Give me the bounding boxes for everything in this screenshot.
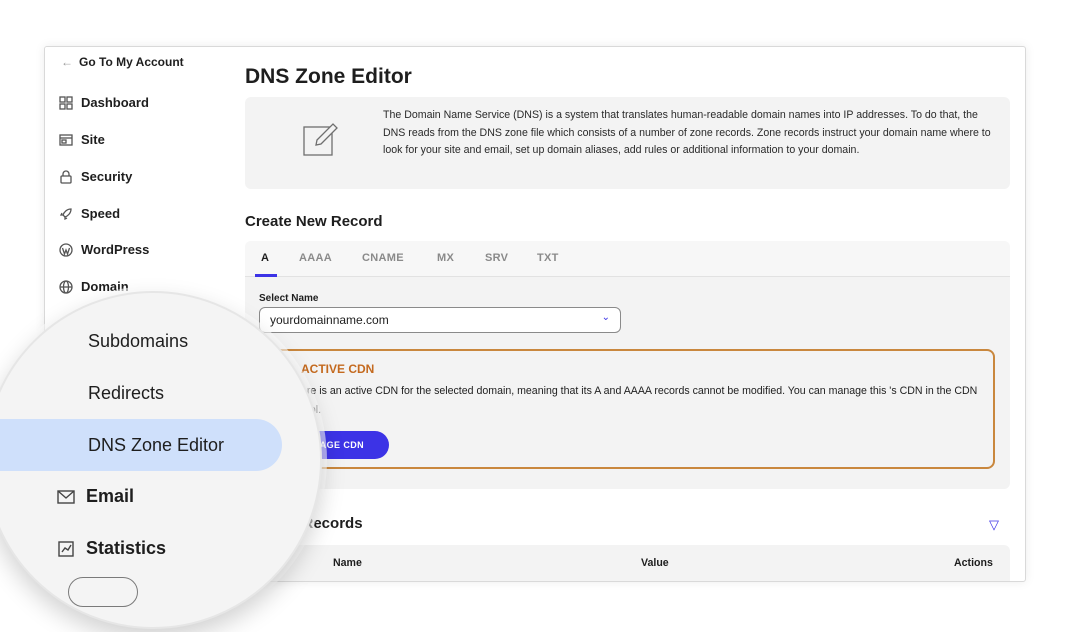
records-table-header: Type Name Value Actions	[245, 545, 1010, 581]
sidebar-item-label: Site	[81, 132, 105, 147]
create-record-title: Create New Record	[245, 213, 383, 230]
sidebar-item-statistics[interactable]: Statistics	[56, 538, 166, 559]
tab-txt[interactable]: TXT	[537, 252, 559, 264]
chart-icon	[58, 540, 74, 557]
rocket-icon	[59, 207, 72, 220]
sidebar-item-email[interactable]: Email	[56, 486, 134, 507]
select-value: yourdomainname.com	[270, 313, 389, 327]
edit-icon	[303, 123, 338, 156]
create-record-card: A AAAA CNAME MX SRV TXT Select Name your…	[245, 241, 1010, 489]
tab-a[interactable]: A	[261, 252, 269, 264]
cdn-notice-text: ere is an active CDN for the selected do…	[301, 385, 978, 416]
collapse-pill[interactable]	[68, 577, 138, 607]
sidebar-item-redirects[interactable]: Redirects	[88, 383, 164, 404]
sidebar-item-label: Dashboard	[81, 95, 149, 110]
filter-icon[interactable]: ▽	[989, 517, 999, 533]
globe-icon	[59, 279, 73, 294]
active-tab-indicator	[255, 274, 277, 277]
tab-cname[interactable]: CNAME	[362, 252, 404, 264]
envelope-icon	[57, 489, 75, 504]
column-name[interactable]: Name	[333, 557, 362, 569]
sidebar-item-security[interactable]: Security	[59, 169, 132, 184]
browser-icon	[59, 133, 73, 146]
column-value[interactable]: Value	[641, 557, 669, 569]
sidebar-item-label: WordPress	[81, 242, 150, 257]
tab-mx[interactable]: MX	[437, 252, 454, 264]
grid-icon	[59, 95, 73, 110]
sidebar-item-speed[interactable]: Speed	[59, 206, 120, 221]
back-label: Go To My Account	[79, 55, 184, 69]
sidebar-item-wordpress[interactable]: WordPress	[59, 242, 149, 257]
select-name-dropdown[interactable]: yourdomainname.com ⌄	[259, 307, 621, 333]
tab-srv[interactable]: SRV	[485, 252, 508, 264]
record-type-tabs: A AAAA CNAME MX SRV TXT	[245, 241, 1010, 277]
cdn-notice-title: ACTIVE CDN	[301, 362, 375, 376]
sidebar-item-site[interactable]: Site	[59, 132, 105, 147]
sidebar-item-label: Security	[81, 169, 133, 184]
tab-aaaa[interactable]: AAAA	[299, 252, 332, 264]
arrow-left-icon: ←	[61, 55, 73, 69]
sidebar-item-dashboard[interactable]: Dashboard	[59, 95, 149, 110]
column-actions: Actions	[954, 557, 993, 569]
chevron-down-icon: ⌄	[601, 312, 610, 323]
sidebar-item-subdomains[interactable]: Subdomains	[88, 331, 188, 352]
sidebar-item-dns-zone-editor[interactable]: DNS Zone Editor	[88, 435, 224, 456]
main-content: DNS Zone Editor The Domain Name Service …	[245, 47, 1015, 581]
page-title: DNS Zone Editor	[245, 65, 412, 88]
magnifier-overlay: Subdomains Redirects DNS Zone Editor Ema…	[0, 291, 322, 629]
sidebar-item-domain[interactable]: Domain	[59, 279, 129, 294]
sidebar-item-label: Speed	[81, 206, 121, 221]
wordpress-icon	[59, 242, 73, 257]
sidebar-item-label: Email	[86, 486, 135, 506]
lock-icon	[60, 169, 72, 184]
info-box: The Domain Name Service (DNS) is a syste…	[245, 97, 1010, 189]
sidebar-item-label: Statistics	[86, 538, 167, 558]
info-text: The Domain Name Service (DNS) is a syste…	[383, 109, 991, 156]
select-name-label: Select Name	[259, 293, 319, 304]
go-to-account-link[interactable]: ← Go To My Account	[61, 55, 184, 69]
active-cdn-notice: ACTIVE CDN ere is an active CDN for the …	[259, 349, 995, 469]
sidebar-item-label: Domain	[81, 279, 129, 294]
